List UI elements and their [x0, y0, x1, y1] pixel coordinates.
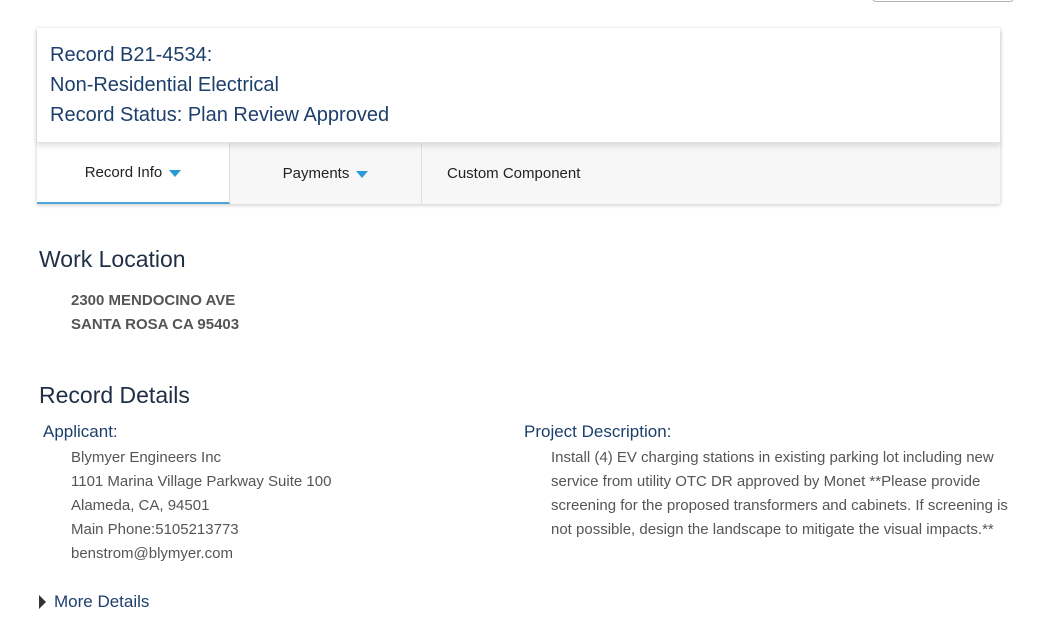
- applicant-company: Blymyer Engineers Inc: [71, 449, 222, 466]
- record-details-title: Record Details: [39, 382, 190, 408]
- tab-custom-component-label: Custom Component: [447, 165, 581, 182]
- record-type: Non-Residential Electrical: [50, 74, 279, 96]
- applicant-city-state-zip: Alameda, CA, 94501: [71, 497, 210, 514]
- record-status: Record Status: Plan Review Approved: [50, 104, 390, 126]
- tab-custom-component[interactable]: Custom Component: [422, 143, 612, 204]
- caret-right-icon: [39, 595, 46, 609]
- work-location-address: 2300 MENDOCINO AVE SANTA ROSA CA 95403: [71, 289, 239, 337]
- tab-payments-label: Payments: [282, 165, 350, 182]
- project-description-label: Project Description:: [524, 422, 672, 441]
- applicant-phone: Main Phone:5105213773: [71, 521, 239, 538]
- applicant-email: benstrom@blymyer.com: [71, 545, 233, 562]
- record-number: Record B21-4534:: [50, 44, 213, 66]
- address-line-1: 2300 MENDOCINO AVE: [71, 292, 236, 309]
- record-tabs: Record Info Payments Custom Component: [37, 143, 1000, 204]
- applicant-street: 1101 Marina Village Parkway Suite 100: [71, 473, 332, 490]
- caret-down-icon: [169, 169, 182, 177]
- tab-record-info[interactable]: Record Info: [37, 143, 230, 204]
- applicant-info: Blymyer Engineers Inc 1101 Marina Villag…: [71, 446, 331, 566]
- address-line-2: SANTA ROSA CA 95403: [71, 316, 240, 333]
- record-header: Record B21-4534: Non-Residential Electri…: [37, 28, 1000, 143]
- caret-down-icon: [356, 170, 369, 178]
- applicant-label: Applicant:: [43, 422, 118, 441]
- more-details-toggle[interactable]: More Details: [39, 592, 149, 612]
- top-right-button-edge[interactable]: [872, 0, 1014, 2]
- record-card: Record B21-4534: Non-Residential Electri…: [37, 28, 1000, 204]
- project-description-text: Install (4) EV charging stations in exis…: [551, 449, 1008, 538]
- tab-payments[interactable]: Payments: [230, 143, 422, 204]
- tab-record-info-label: Record Info: [84, 164, 163, 181]
- more-details-label: More Details: [54, 592, 150, 611]
- work-location-title: Work Location: [39, 246, 186, 272]
